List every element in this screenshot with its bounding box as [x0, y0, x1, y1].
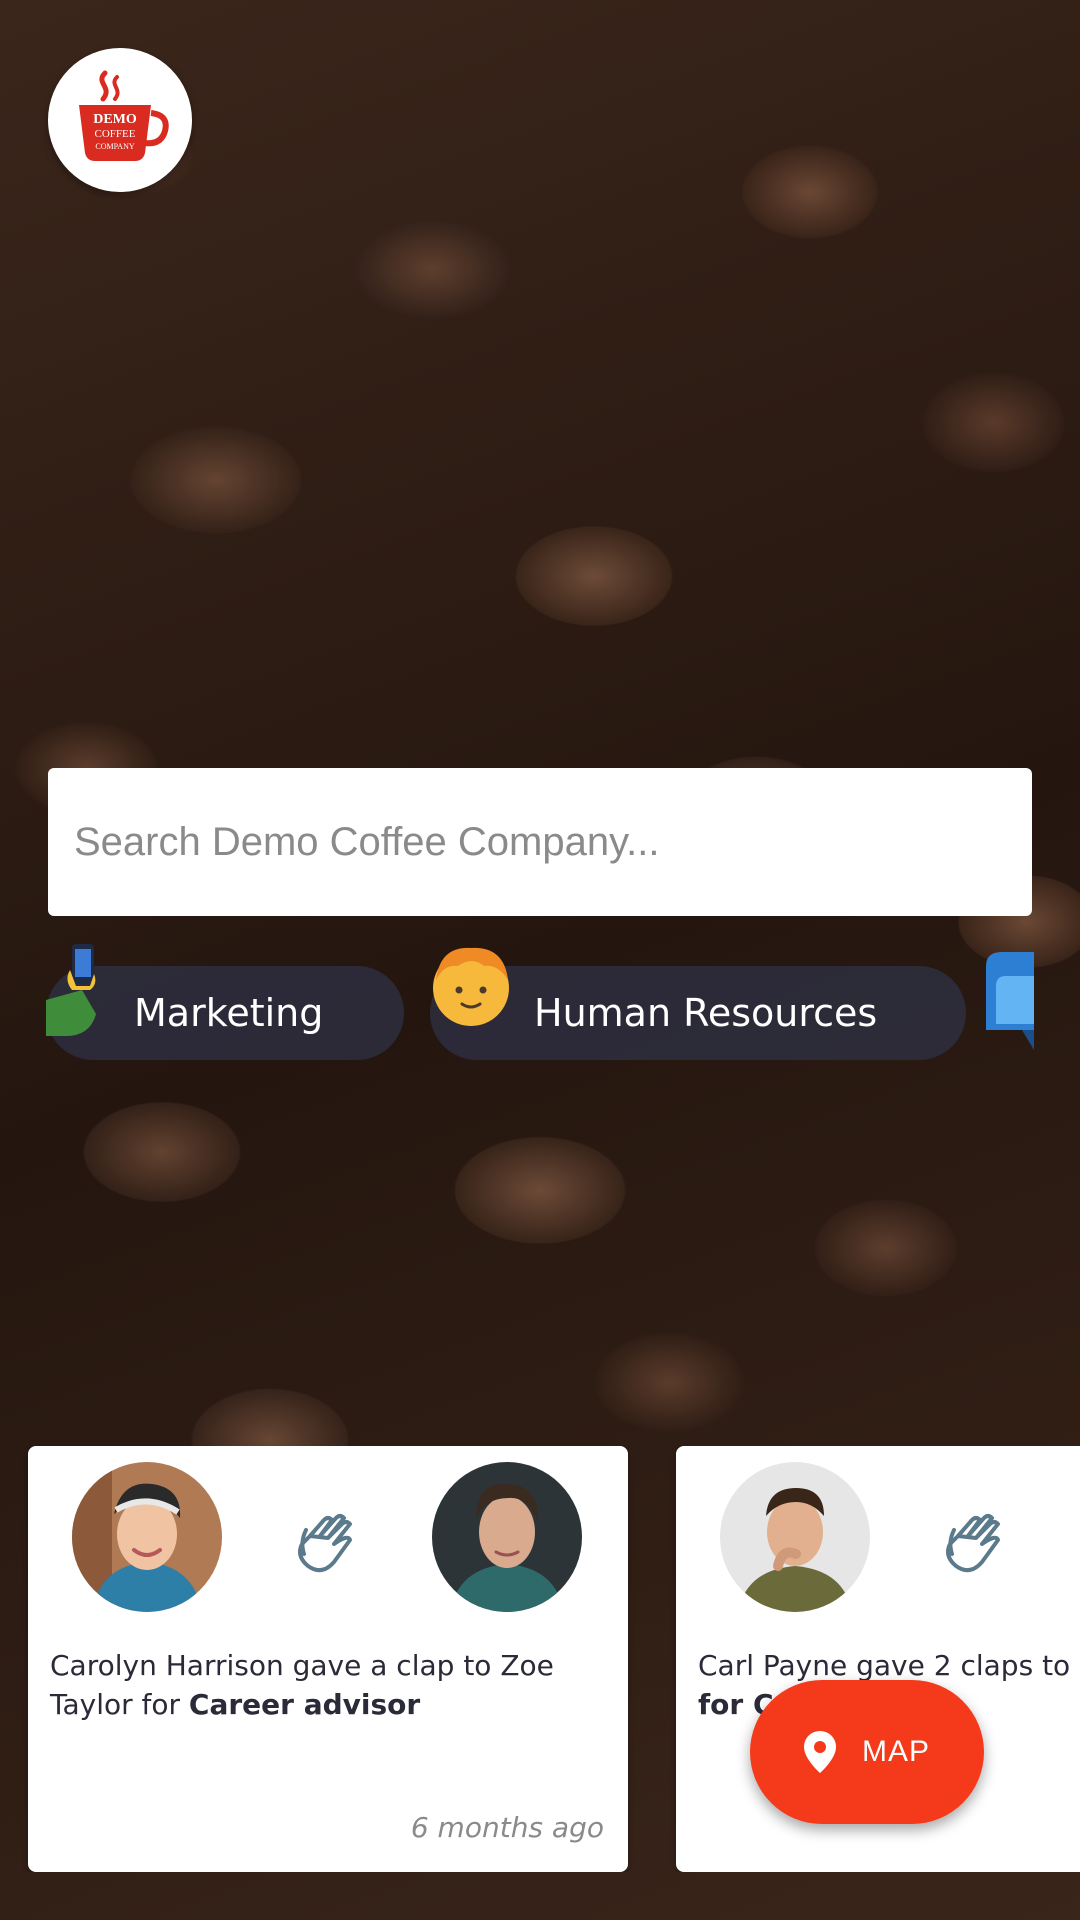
map-button[interactable]: MAP: [750, 1680, 984, 1824]
clap-reason: Career advisor: [188, 1688, 421, 1721]
group-chips: Marketing Human Resources: [0, 940, 1080, 1060]
receiver-avatar[interactable]: [432, 1462, 582, 1612]
coffee-cup-logo-icon: DEMO COFFEE COMPANY: [79, 70, 169, 161]
svg-text:DEMO: DEMO: [93, 112, 137, 127]
avatar-photo-icon: [432, 1462, 582, 1612]
clap-icon: [946, 1514, 1000, 1573]
blue-shape-icon: [986, 952, 1034, 1050]
giver-avatar[interactable]: [720, 1462, 870, 1612]
svg-text:COMPANY: COMPANY: [95, 142, 134, 151]
company-logo[interactable]: DEMO COFFEE COMPANY: [48, 48, 192, 192]
avatar-photo-icon: [720, 1462, 870, 1612]
giver-avatar[interactable]: [72, 1462, 222, 1612]
svg-text:COFFEE: COFFEE: [95, 128, 136, 140]
avatar-photo-icon: [72, 1462, 222, 1612]
clap-icon: [298, 1514, 352, 1573]
activity-time: 6 months ago: [410, 1811, 604, 1844]
phone-hand-icon: [46, 944, 96, 1036]
group-label: Marketing: [134, 991, 324, 1035]
group-label: Human Resources: [534, 991, 878, 1035]
activity-text: Carolyn Harrison gave a clap to Zoe Tayl…: [50, 1649, 554, 1721]
person-face-icon: [433, 947, 509, 1026]
search-bar[interactable]: [48, 768, 1032, 916]
search-input[interactable]: [74, 819, 1006, 865]
map-pin-icon: [803, 1731, 836, 1773]
map-button-label: MAP: [861, 1735, 930, 1768]
activity-card[interactable]: Carolyn Harrison gave a clap to Zoe Tayl…: [28, 1446, 628, 1872]
